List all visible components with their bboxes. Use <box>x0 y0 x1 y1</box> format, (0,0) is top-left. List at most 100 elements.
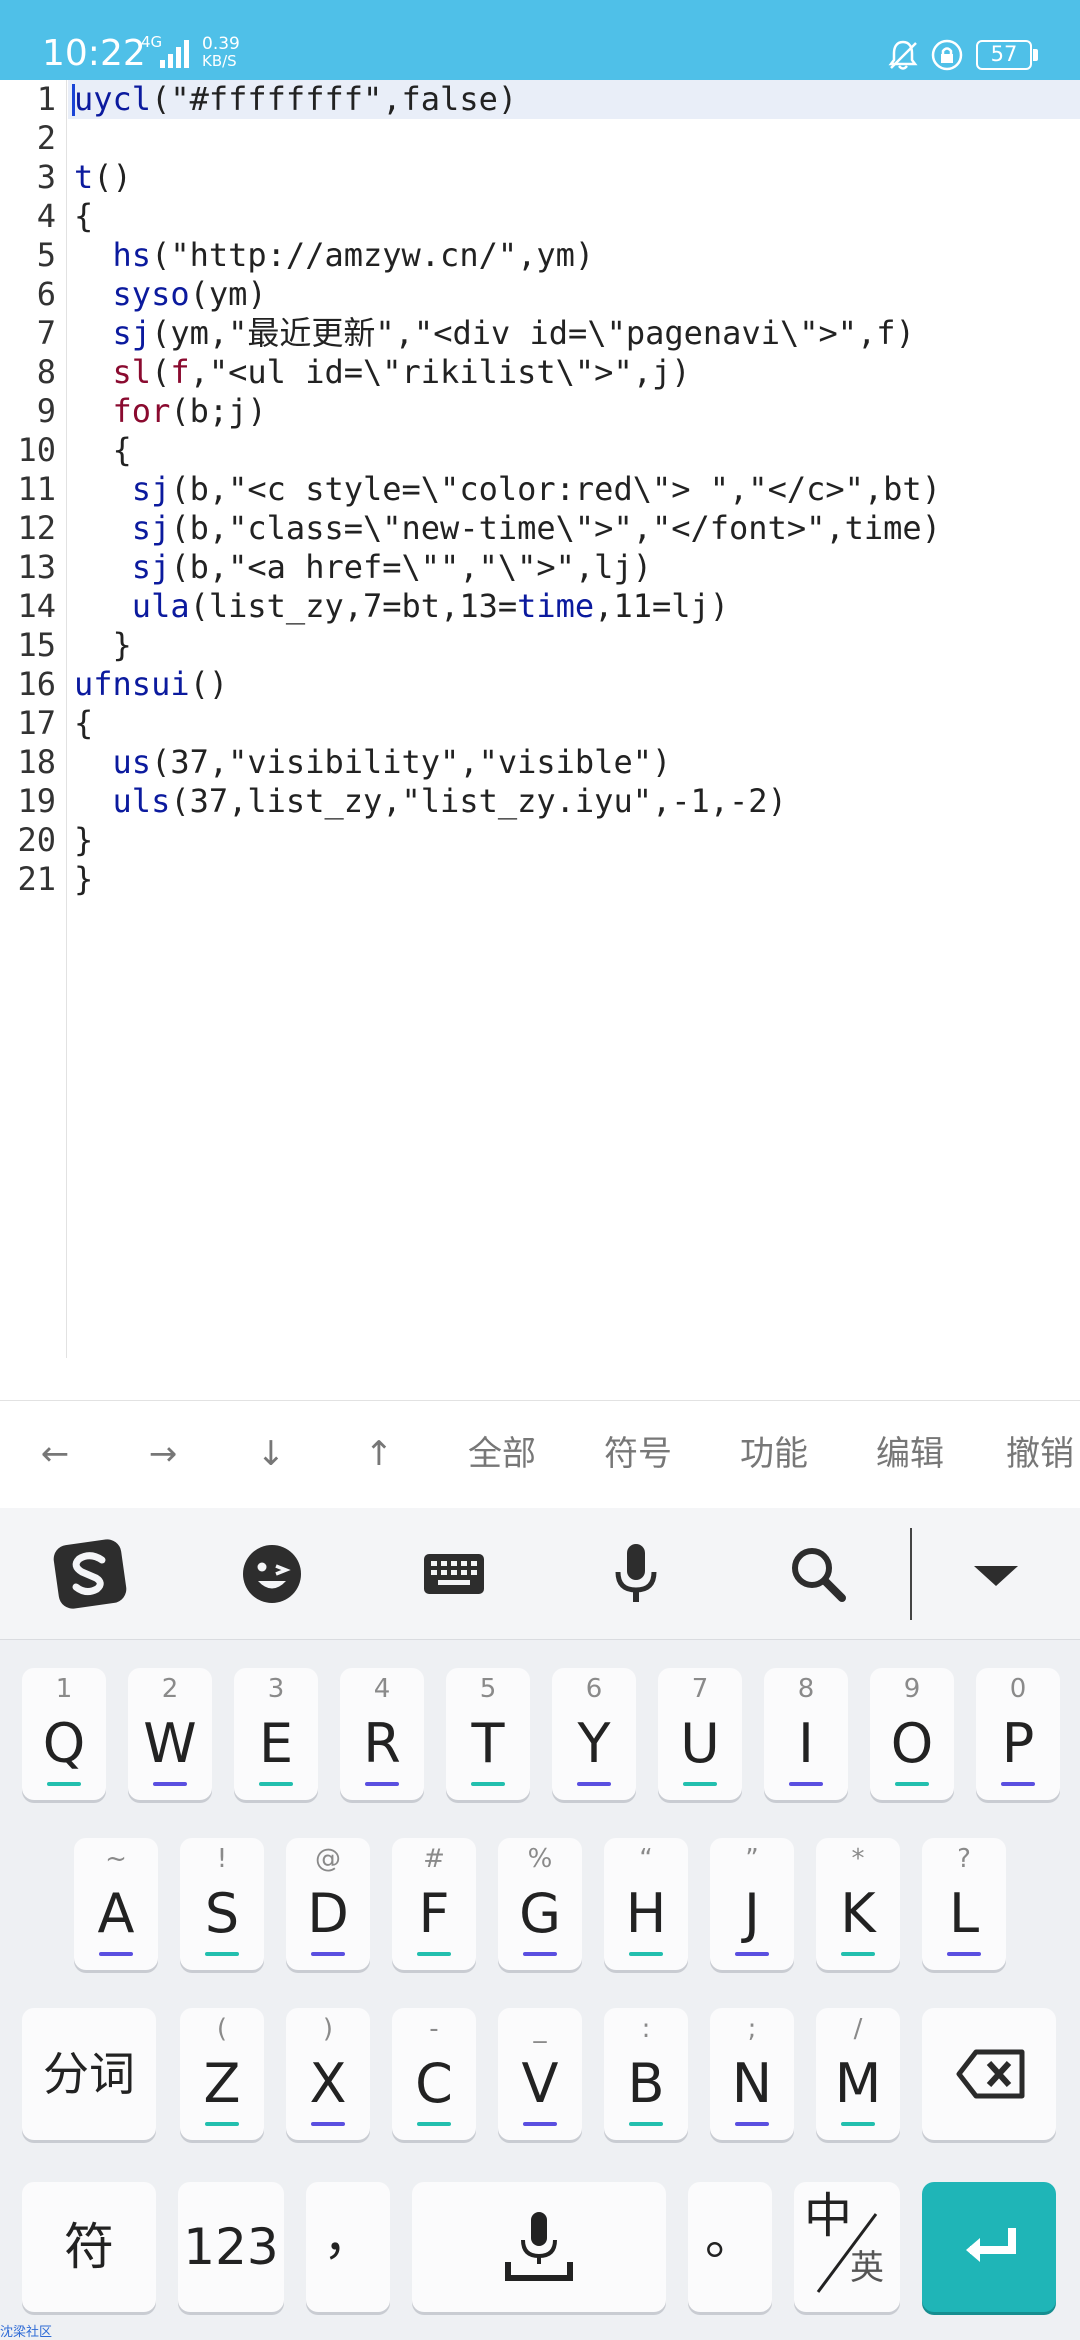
code-token: us <box>112 743 152 781</box>
backspace-icon <box>956 2049 1025 2099</box>
key-h[interactable]: “H <box>604 1838 688 1970</box>
key-letter: C <box>415 2052 453 2115</box>
code-line[interactable]: sj(b,"<c style=\"color:red\"> ","</c>",b… <box>74 470 941 509</box>
key-accent-bar <box>205 2122 239 2126</box>
battery-level: 57 <box>976 40 1032 70</box>
code-token: ("#ffffffff",false) <box>151 80 518 118</box>
emoji-icon[interactable] <box>234 1536 310 1612</box>
key-accent-bar <box>841 1952 875 1956</box>
numbers-key[interactable]: 123 <box>178 2182 284 2312</box>
key-g[interactable]: % G <box>498 1838 582 1970</box>
key-x[interactable]: ) X <box>286 2008 370 2140</box>
function-button[interactable]: 功能 <box>734 1429 814 1479</box>
cursor-right-button[interactable]: → <box>138 1429 188 1479</box>
key-t[interactable]: 5T <box>446 1668 530 1800</box>
key-c[interactable]: -C <box>392 2008 476 2140</box>
code-line[interactable]: sj(b,"class=\"new-time\">","</font>",tim… <box>74 509 941 548</box>
code-line[interactable]: sl(f,"<ul id=\"rikilist\">",j) <box>74 353 941 392</box>
key-v[interactable]: _ V <box>498 2008 582 2140</box>
code-line[interactable]: ula(list_zy,7=bt,13=time,11=lj) <box>74 587 941 626</box>
key-i[interactable]: 8I <box>764 1668 848 1800</box>
key-hint: @ <box>315 1844 341 1874</box>
key-hint: 4 <box>373 1674 391 1704</box>
backspace-key[interactable] <box>922 2008 1056 2140</box>
key-s[interactable]: ! S <box>180 1838 264 1970</box>
key-accent-bar <box>577 1782 611 1786</box>
code-line[interactable]: sj(ym,"最近更新","<div id=\"pagenavi\">",f) <box>74 314 941 353</box>
code-line[interactable]: ufnsui() <box>74 665 941 704</box>
key-f[interactable]: # F <box>392 1838 476 1970</box>
code-line[interactable]: sj(b,"<a href=\"","\">",lj) <box>74 548 941 587</box>
code-line[interactable]: syso(ym) <box>74 275 941 314</box>
key-u[interactable]: 7U <box>658 1668 742 1800</box>
key-p[interactable]: 0P <box>976 1668 1060 1800</box>
code-line[interactable]: { <box>74 197 941 236</box>
key-accent-bar <box>1001 1782 1035 1786</box>
code-line[interactable]: } <box>74 860 941 899</box>
code-line[interactable]: } <box>74 626 941 665</box>
code-editor[interactable]: 1 2 3 4 5 6 7 8 9 10 11 12 13 14 15 16 17 18 19 20 21 uycl("… <box>0 80 1080 1400</box>
code-line[interactable]: for(b;j) <box>74 392 941 431</box>
symbols-key-label: 符 <box>64 2218 114 2276</box>
code-line[interactable]: t() <box>74 158 941 197</box>
collapse-keyboard-icon[interactable] <box>958 1536 1034 1612</box>
key-y[interactable]: 6Y <box>552 1668 636 1800</box>
language-switch-key[interactable]: 中 英 <box>794 2182 900 2312</box>
key-o[interactable]: 9O <box>870 1668 954 1800</box>
enter-key[interactable] <box>922 2182 1056 2312</box>
search-icon[interactable] <box>780 1536 856 1612</box>
code-token: } <box>74 860 94 898</box>
symbol-button[interactable]: 符号 <box>598 1429 678 1479</box>
code-line[interactable]: us(37,"visibility","visible") <box>74 743 941 782</box>
key-e[interactable]: 3E <box>234 1668 318 1800</box>
key-q[interactable]: 1Q <box>22 1668 106 1800</box>
select-all-button[interactable]: 全部 <box>462 1429 542 1479</box>
key-letter: E <box>258 1712 294 1775</box>
undo-button[interactable]: 撤销 <box>1006 1429 1080 1479</box>
code-text[interactable]: uycl("#ffffffff",false) t(){ hs("http://a… <box>74 80 941 899</box>
code-line[interactable]: } <box>74 821 941 860</box>
key-j[interactable]: ” J <box>710 1838 794 1970</box>
key-n[interactable]: ; N <box>710 2008 794 2140</box>
key-letter: X <box>309 2052 347 2115</box>
code-line[interactable]: { <box>74 704 941 743</box>
key-k[interactable]: * K <box>816 1838 900 1970</box>
key-letter: T <box>471 1712 505 1775</box>
space-voice-key[interactable] <box>412 2182 666 2312</box>
microphone-icon[interactable] <box>598 1536 674 1612</box>
cursor-left-button[interactable]: ← <box>30 1429 80 1479</box>
cursor-up-button[interactable]: ↑ <box>354 1429 404 1479</box>
edit-button[interactable]: 编辑 <box>870 1429 950 1479</box>
cursor-down-button[interactable]: ↓ <box>246 1429 296 1479</box>
key-w[interactable]: 2W <box>128 1668 212 1800</box>
key-hint: - <box>429 2014 439 2044</box>
key-letter: D <box>307 1882 349 1945</box>
comma-key[interactable]: ， <box>306 2182 390 2312</box>
period-key[interactable]: 。 <box>688 2182 772 2312</box>
keyboard-icon[interactable] <box>416 1536 492 1612</box>
status-time: 10:22 <box>42 33 146 74</box>
code-line[interactable] <box>74 119 941 158</box>
key-l[interactable]: ? L <box>922 1838 1006 1970</box>
key-m[interactable]: / M <box>816 2008 900 2140</box>
sogou-logo-icon[interactable] <box>52 1536 128 1612</box>
line-number: 20 <box>17 821 56 859</box>
line-number: 4 <box>36 197 56 235</box>
code-line[interactable]: uls(37,list_zy,"list_zy.iyu",-1,-2) <box>74 782 941 821</box>
key-d[interactable]: @ D <box>286 1838 370 1970</box>
key-r[interactable]: 4R <box>340 1668 424 1800</box>
code-line[interactable]: uycl("#ffffffff",false) <box>74 80 941 119</box>
code-line[interactable]: { <box>74 431 941 470</box>
key-a[interactable]: ~ A <box>74 1838 158 1970</box>
code-line[interactable]: hs("http://amzyw.cn/",ym) <box>74 236 941 275</box>
key-accent-bar <box>735 1952 769 1956</box>
key-b[interactable]: :B <box>604 2008 688 2140</box>
symbols-key[interactable]: 符 <box>22 2182 156 2312</box>
segment-key[interactable]: 分词 <box>22 2008 156 2140</box>
key-z[interactable]: (Z <box>180 2008 264 2140</box>
code-token: syso <box>112 275 190 313</box>
key-accent-bar <box>417 2122 451 2126</box>
